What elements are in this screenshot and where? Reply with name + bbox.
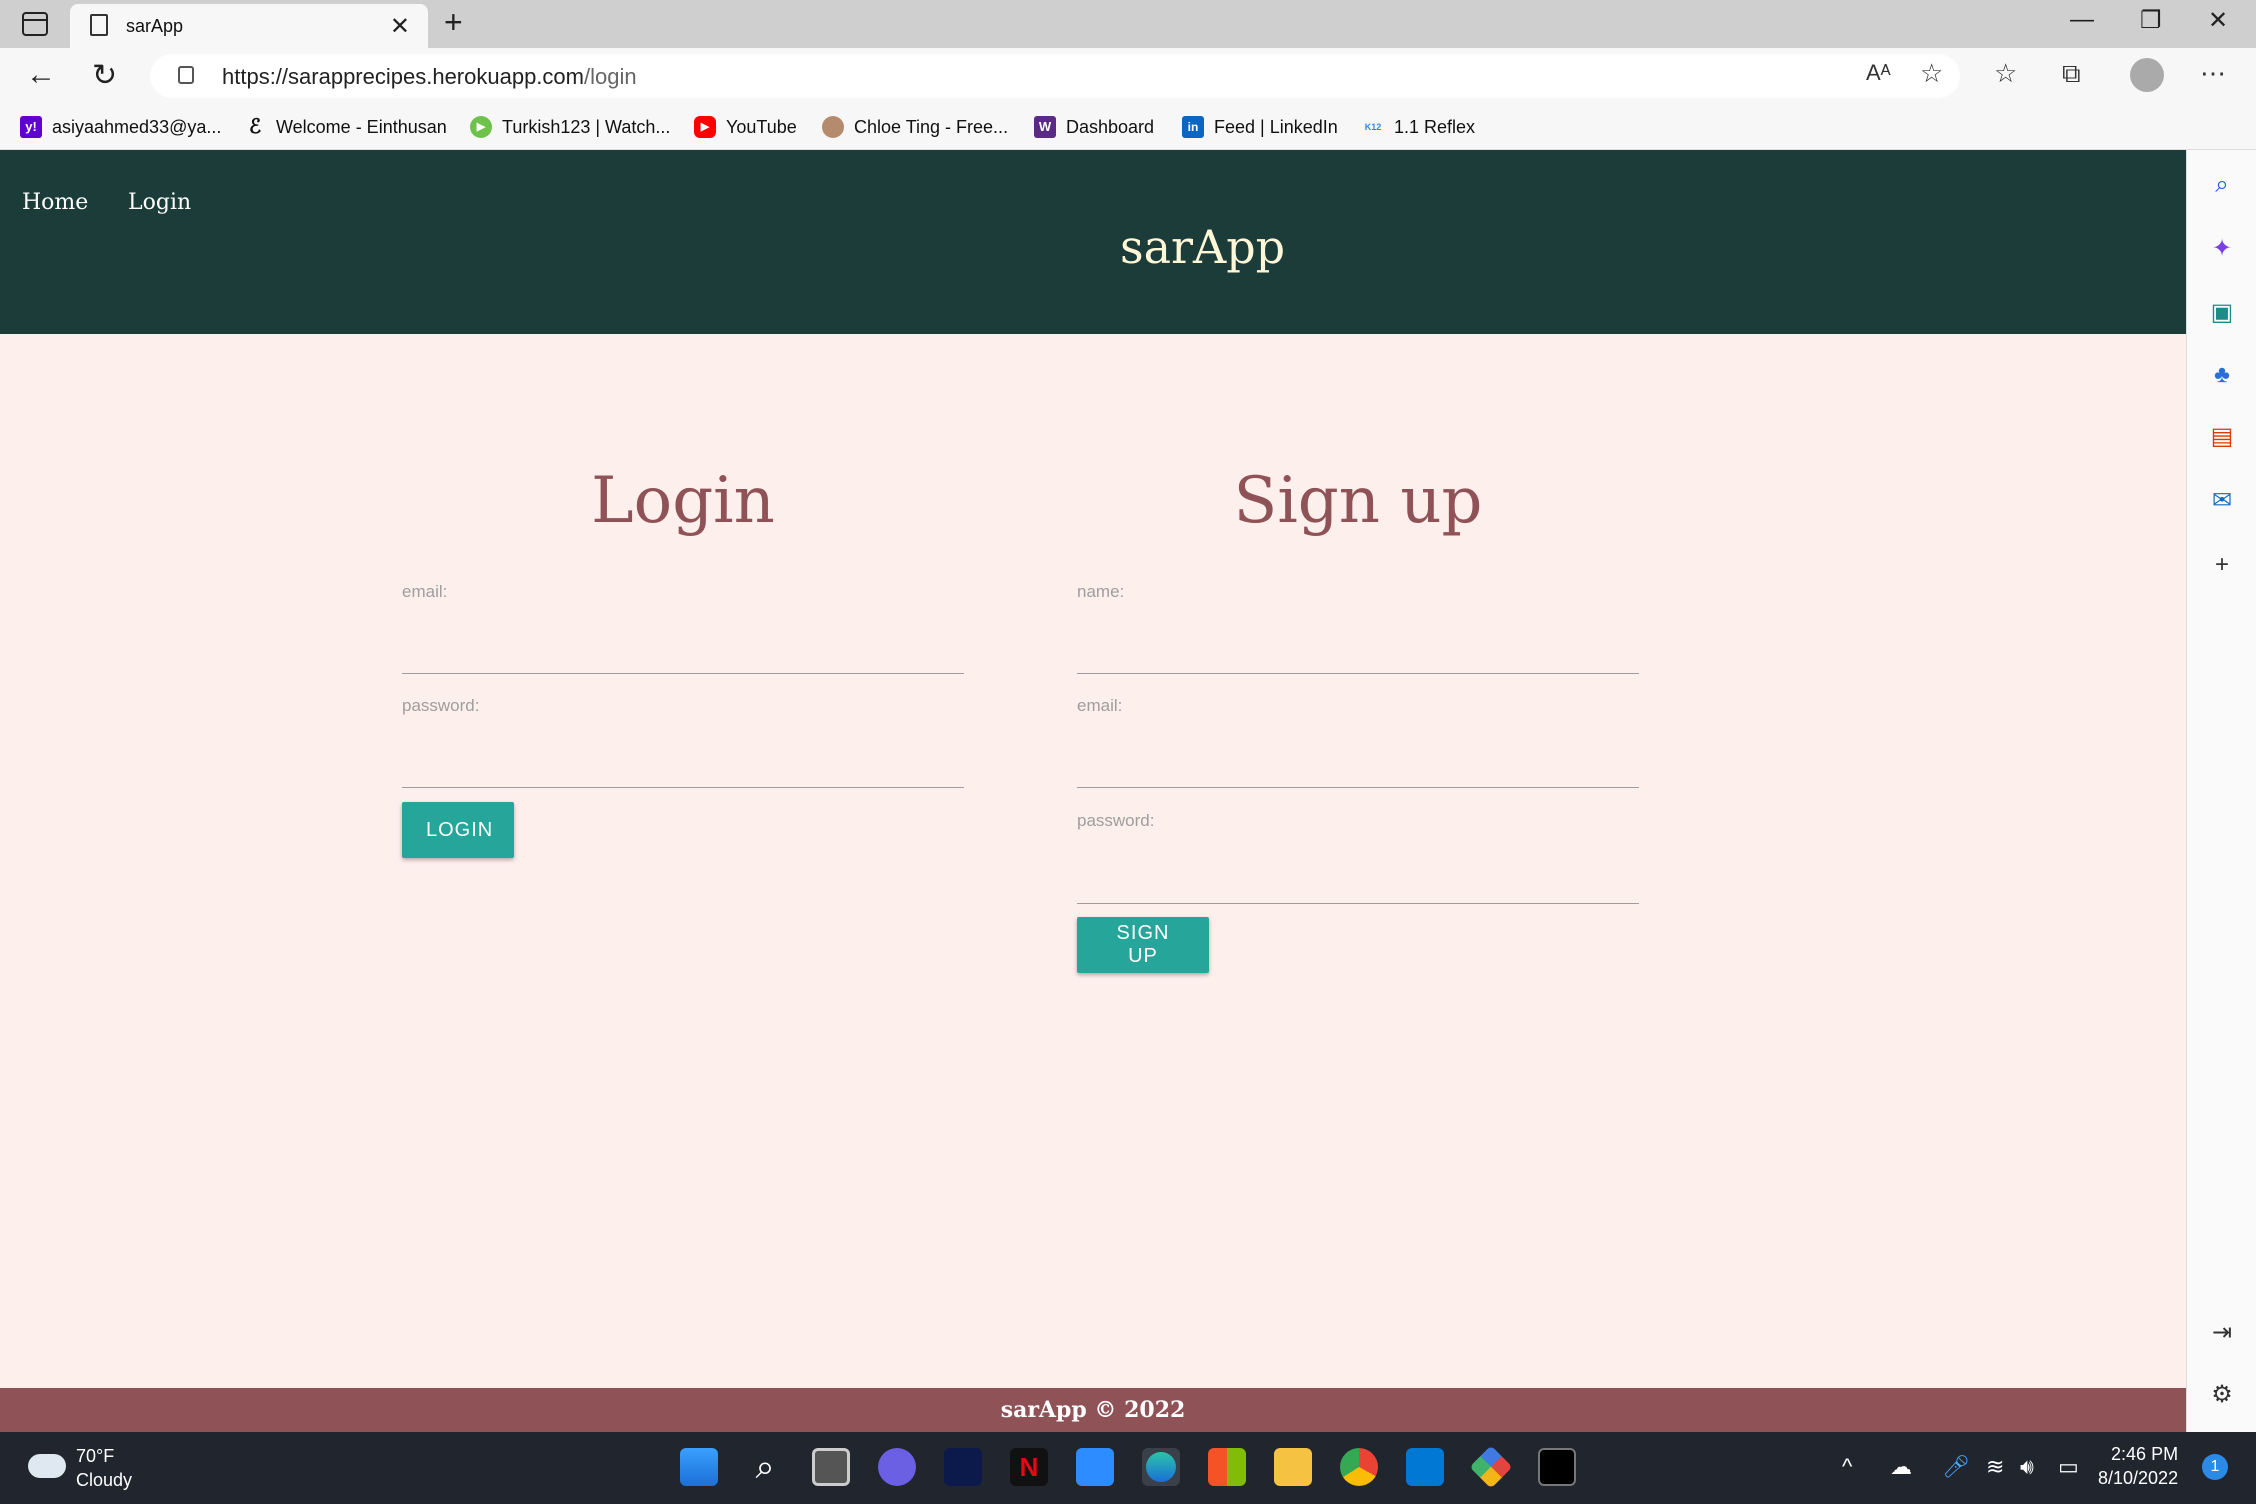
minimize-button[interactable]: — bbox=[2070, 6, 2094, 34]
weather-widget[interactable]: 70°F Cloudy bbox=[76, 1444, 132, 1492]
microphone-icon[interactable]: 🎤︎ bbox=[1942, 1454, 1970, 1480]
collections-icon[interactable]: ⧉ bbox=[2062, 58, 2081, 90]
tab-actions-icon[interactable] bbox=[22, 12, 48, 36]
close-tab-icon[interactable]: ✕ bbox=[390, 12, 410, 41]
chloe-ting-icon bbox=[822, 116, 844, 138]
cloud-icon bbox=[28, 1454, 66, 1478]
page-content: Login email: password: LOGIN Sign up nam… bbox=[0, 334, 2186, 1388]
login-password-label: password: bbox=[402, 696, 480, 715]
new-tab-button[interactable]: + bbox=[444, 4, 463, 41]
login-email-field[interactable] bbox=[402, 632, 964, 674]
login-password-field[interactable] bbox=[402, 746, 964, 788]
site-brand: sarApp bbox=[1120, 220, 1286, 274]
games-icon[interactable]: ♣ bbox=[2207, 360, 2237, 390]
bookmark-item[interactable]: in Feed | LinkedIn bbox=[1182, 116, 1338, 138]
login-button[interactable]: LOGIN bbox=[402, 802, 514, 858]
site-footer: sarApp © 2022 bbox=[0, 1388, 2186, 1432]
yahoo-icon: y! bbox=[20, 116, 42, 138]
weather-temperature: 70°F bbox=[76, 1446, 115, 1466]
bookmark-item[interactable]: y! asiyaahmed33@ya... bbox=[20, 116, 221, 138]
git-kraken-icon[interactable] bbox=[1469, 1445, 1513, 1489]
hide-sidebar-icon[interactable]: ⇥ bbox=[2207, 1318, 2237, 1348]
signup-heading: Sign up bbox=[1233, 464, 1483, 538]
restore-button[interactable]: ❐ bbox=[2140, 6, 2162, 35]
file-explorer-icon[interactable] bbox=[1274, 1448, 1312, 1486]
signup-password-label: password: bbox=[1077, 811, 1155, 830]
w-icon: W bbox=[1034, 116, 1056, 138]
linkedin-icon: in bbox=[1182, 116, 1204, 138]
netflix-icon[interactable]: N bbox=[1010, 1448, 1048, 1486]
signup-email-label: email: bbox=[1077, 696, 1123, 715]
onedrive-icon[interactable]: ☁ bbox=[1890, 1454, 1912, 1480]
settings-icon[interactable]: ⚙ bbox=[2207, 1380, 2237, 1410]
signup-email-field[interactable] bbox=[1077, 746, 1639, 788]
nav-login-link[interactable]: Login bbox=[128, 190, 191, 215]
clock[interactable]: 2:46 PM 8/10/2022 bbox=[2098, 1442, 2178, 1490]
nav-home-link[interactable]: Home bbox=[22, 190, 88, 215]
teams-chat-icon[interactable] bbox=[878, 1448, 916, 1486]
signup-password-field[interactable] bbox=[1077, 862, 1639, 904]
signup-button[interactable]: SIGN UP bbox=[1077, 917, 1209, 973]
read-aloud-icon[interactable]: Aᴬ bbox=[1866, 60, 1891, 86]
einthusan-icon: ℰ bbox=[248, 116, 262, 138]
battery-icon[interactable]: ▭ bbox=[2058, 1454, 2079, 1480]
wifi-icon[interactable]: ≋ bbox=[1986, 1454, 2004, 1480]
close-window-button[interactable]: ✕ bbox=[2208, 6, 2228, 35]
bookmark-item[interactable]: ▶ YouTube bbox=[694, 116, 797, 138]
add-favorite-icon[interactable]: ☆ bbox=[1920, 58, 1943, 89]
terminal-icon[interactable] bbox=[1538, 1448, 1576, 1486]
site-header: Home Login sarApp bbox=[0, 150, 2186, 334]
bookmark-item[interactable]: ▶ Turkish123 | Watch... bbox=[470, 116, 670, 138]
more-options-icon[interactable]: ⋯ bbox=[2200, 58, 2226, 89]
disney-plus-icon[interactable] bbox=[944, 1448, 982, 1486]
login-heading: Login bbox=[591, 464, 775, 538]
edge-icon[interactable] bbox=[1142, 1448, 1180, 1486]
office-icon[interactable]: ▤ bbox=[2207, 422, 2237, 452]
store-icon[interactable] bbox=[1208, 1448, 1246, 1486]
tools-icon[interactable]: ▣ bbox=[2207, 298, 2237, 328]
refresh-button[interactable]: ↻ bbox=[92, 58, 117, 93]
sparkle-icon[interactable]: ✦ bbox=[2207, 234, 2237, 264]
chrome-icon[interactable] bbox=[1340, 1448, 1378, 1486]
zoom-icon[interactable] bbox=[1076, 1448, 1114, 1486]
search-icon[interactable]: ⌕ bbox=[2207, 170, 2237, 200]
tab-title: sarApp bbox=[126, 16, 184, 36]
signup-name-field[interactable] bbox=[1077, 632, 1639, 674]
reflex-icon: K12 bbox=[1364, 122, 1382, 132]
bookmark-item[interactable]: ℰ Welcome - Einthusan bbox=[244, 116, 447, 138]
browser-titlebar: sarApp ✕ + — ❐ ✕ bbox=[0, 0, 2256, 48]
outlook-icon[interactable]: ✉ bbox=[2207, 486, 2237, 516]
task-view-icon[interactable] bbox=[812, 1448, 850, 1486]
clock-time: 2:46 PM bbox=[2111, 1444, 2179, 1464]
login-email-label: email: bbox=[402, 582, 448, 601]
weather-condition: Cloudy bbox=[76, 1470, 133, 1490]
search-taskbar-icon[interactable]: ⌕ bbox=[746, 1448, 784, 1486]
url-text: https://sarapprecipes.herokuapp.com/logi… bbox=[222, 64, 637, 89]
taskbar: 70°F Cloudy ⌕ N ^ ☁ 🎤︎ ≋ 🔊︎ ▭ 2:46 PM 8/… bbox=[0, 1432, 2256, 1504]
back-button[interactable]: ← bbox=[26, 58, 56, 92]
show-hidden-icons-icon[interactable]: ^ bbox=[1842, 1454, 1852, 1480]
clock-date: 8/10/2022 bbox=[2098, 1468, 2179, 1488]
lock-icon[interactable] bbox=[178, 66, 194, 84]
play-icon: ▶ bbox=[470, 116, 492, 138]
add-icon[interactable]: + bbox=[2207, 550, 2237, 580]
bookmark-item[interactable]: Chloe Ting - Free... bbox=[822, 116, 1008, 138]
notification-badge[interactable]: 1 bbox=[2202, 1454, 2228, 1480]
profile-avatar[interactable] bbox=[2130, 58, 2164, 92]
bookmarks-bar: y! asiyaahmed33@ya... ℰ Welcome - Einthu… bbox=[0, 106, 2256, 150]
youtube-icon: ▶ bbox=[694, 116, 716, 138]
favorites-icon[interactable]: ☆ bbox=[1994, 58, 2017, 89]
start-icon[interactable] bbox=[680, 1448, 718, 1486]
bookmark-item[interactable]: K12 1.1 Reflex bbox=[1362, 116, 1475, 138]
bookmark-item[interactable]: W Dashboard bbox=[1034, 116, 1154, 138]
address-bar[interactable]: https://sarapprecipes.herokuapp.com/logi… bbox=[150, 54, 1960, 98]
address-toolbar: ← ↻ https://sarapprecipes.herokuapp.com/… bbox=[0, 48, 2256, 106]
vscode-icon[interactable] bbox=[1406, 1448, 1444, 1486]
page-icon bbox=[90, 14, 108, 36]
volume-icon[interactable]: 🔊︎ bbox=[2020, 1454, 2034, 1480]
signup-name-label: name: bbox=[1077, 582, 1125, 601]
browser-tab[interactable]: sarApp ✕ bbox=[70, 4, 428, 48]
browser-sidebar: ⌕ ✦ ▣ ♣ ▤ ✉ + ⇥ ⚙ bbox=[2186, 150, 2256, 1432]
